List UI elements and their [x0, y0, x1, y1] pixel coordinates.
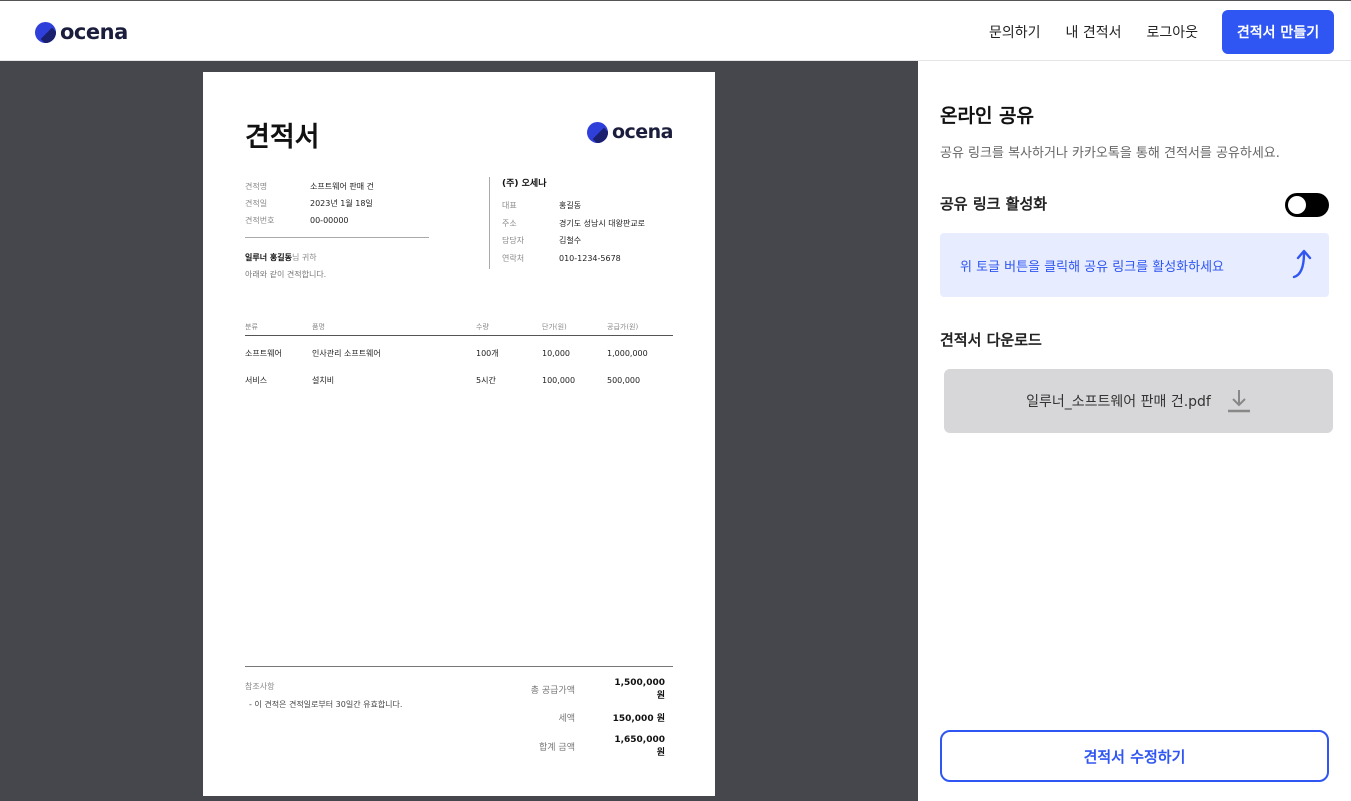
- item-name: 인사관리 소프트웨어: [312, 349, 381, 358]
- nav-logout[interactable]: 로그아웃: [1146, 22, 1198, 42]
- column-header: 수량: [476, 323, 489, 331]
- download-file-name: 일루너_소프트웨어 판매 건.pdf: [1026, 394, 1211, 410]
- info-value: 2023년 1월 18일: [310, 199, 373, 208]
- total-label: 합계 금액: [539, 742, 575, 753]
- info-label: 견적번호: [245, 216, 275, 225]
- total-value: 150,000 원: [612, 714, 665, 725]
- share-panel: 온라인 공유 공유 링크를 복사하거나 카카오톡을 통해 견적서를 공유하세요.…: [918, 61, 1351, 801]
- recipient-suffix: 님 귀하: [291, 253, 317, 262]
- total-label: 총 공급가액: [530, 685, 575, 696]
- top-header: ocena 문의하기 내 견적서 로그아웃 견적서 만들기: [0, 0, 1351, 61]
- quote-info: 견적명 소프트웨어 판매 건 견적일 2023년 1월 18일 견적번호 00-…: [245, 178, 374, 229]
- info-row: 견적일 2023년 1월 18일: [245, 195, 374, 212]
- info-row: 견적번호 00-00000: [245, 212, 374, 229]
- item-unit-price: 100,000: [542, 376, 576, 385]
- document-brand-name: ocena: [611, 121, 674, 143]
- supplier-value: 010-1234-5678: [559, 253, 621, 263]
- column-header: 품명: [312, 323, 325, 331]
- share-toggle-label: 공유 링크 활성화: [940, 195, 1048, 213]
- create-quote-button[interactable]: 견적서 만들기: [1222, 9, 1334, 54]
- notes-body: - 이 견적은 견적일로부터 30일간 유효합니다.: [249, 700, 403, 709]
- column-header: 분류: [245, 323, 258, 331]
- supplier-label: 대표: [502, 201, 517, 211]
- items-body: 소프트웨어 인사관리 소프트웨어 100개 10,000 1,000,000 서…: [245, 336, 673, 394]
- item-supply-price: 1,000,000: [607, 349, 648, 358]
- supplier-value: 홍길동: [559, 201, 582, 211]
- document-logo: ocena: [586, 121, 674, 143]
- info-value: 소프트웨어 판매 건: [310, 182, 374, 191]
- supplier-info: (주) 오세나 대표 홍길동 주소 경기도 성남시 대왕판교로 담당자 김철수 …: [489, 177, 673, 269]
- column-header: 단가(원): [542, 323, 567, 331]
- quote-title: 견적서: [245, 122, 320, 153]
- brand-logo[interactable]: ocena: [35, 20, 128, 44]
- info-row: 견적명 소프트웨어 판매 건: [245, 178, 374, 195]
- supplier-label: 연락처: [502, 253, 525, 263]
- total-row: 총 공급가액 1,500,000 원: [495, 675, 665, 704]
- table-row: 소프트웨어 인사관리 소프트웨어 100개 10,000 1,000,000: [245, 340, 673, 367]
- item-unit-price: 10,000: [542, 349, 570, 358]
- supplier-row: 연락처 010-1234-5678: [502, 250, 673, 268]
- toggle-knob: [1288, 196, 1306, 214]
- download-pdf-button[interactable]: 일루너_소프트웨어 판매 건.pdf: [944, 369, 1333, 433]
- total-row: 세액 150,000 원: [495, 704, 665, 733]
- supplier-label: 담당자: [502, 236, 525, 246]
- nav-contact[interactable]: 문의하기: [989, 22, 1041, 42]
- share-hint: 위 토글 버튼을 클릭해 공유 링크를 활성화하세요: [940, 233, 1329, 297]
- supplier-label: 주소: [502, 218, 517, 228]
- recipient-note: 아래와 같이 견적합니다.: [245, 270, 327, 279]
- supplier-value: 경기도 성남시 대왕판교로: [559, 218, 646, 228]
- column-header: 공급가(원): [607, 323, 639, 331]
- notes-title: 참조사항: [245, 682, 275, 691]
- table-row: 서비스 설치비 5시간 100,000 500,000: [245, 367, 673, 394]
- download-label: 견적서 다운로드: [940, 331, 1042, 349]
- divider: [245, 237, 429, 238]
- edit-quote-button[interactable]: 견적서 수정하기: [940, 730, 1329, 782]
- logo-mark-icon: [35, 21, 56, 43]
- item-qty: 5시간: [476, 376, 496, 385]
- total-value: 1,500,000 원: [614, 677, 665, 701]
- panel-subtitle: 공유 링크를 복사하거나 카카오톡을 통해 견적서를 공유하세요.: [940, 146, 1280, 161]
- item-category: 소프트웨어: [245, 349, 282, 358]
- info-label: 견적명: [245, 182, 268, 191]
- curved-arrow-up-icon: [1292, 249, 1312, 279]
- divider: [245, 666, 673, 667]
- panel-title: 온라인 공유: [940, 105, 1035, 127]
- hint-text: 위 토글 버튼을 클릭해 공유 링크를 활성화하세요: [960, 260, 1224, 275]
- recipient: 일루너 홍길동님 귀하: [245, 252, 317, 263]
- item-name: 설치비: [312, 376, 335, 385]
- nav-my-quotes[interactable]: 내 견적서: [1065, 22, 1121, 42]
- item-category: 서비스: [245, 376, 268, 385]
- document-preview-area[interactable]: 견적서 ocena 견적명 소프트웨어 판매 건 견적일 2023년 1월 18…: [0, 61, 918, 801]
- total-label: 세액: [558, 714, 575, 725]
- total-row: 합계 금액 1,650,000 원: [495, 732, 665, 761]
- supplier-row: 담당자 김철수: [502, 232, 673, 250]
- items-table: 분류 품명 수량 단가(원) 공급가(원) 소프트웨어 인사관리 소프트웨어 1…: [245, 322, 673, 394]
- logo-mark-icon: [586, 121, 608, 143]
- supplier-row: 주소 경기도 성남시 대왕판교로: [502, 215, 673, 233]
- supplier-row: 대표 홍길동: [502, 197, 673, 215]
- item-qty: 100개: [476, 349, 499, 358]
- info-value: 00-00000: [310, 216, 349, 225]
- items-header: 분류 품명 수량 단가(원) 공급가(원): [245, 322, 673, 336]
- share-link-toggle[interactable]: [1285, 193, 1329, 217]
- supplier-value: 김철수: [559, 236, 582, 246]
- info-label: 견적일: [245, 199, 268, 208]
- top-nav: 문의하기 내 견적서 로그아웃 견적서 만들기: [989, 1, 1351, 62]
- total-value: 1,650,000 원: [614, 734, 665, 758]
- recipient-name: 일루너 홍길동: [245, 253, 292, 262]
- download-icon: [1227, 390, 1250, 413]
- brand-name: ocena: [60, 20, 128, 44]
- quote-document: 견적서 ocena 견적명 소프트웨어 판매 건 견적일 2023년 1월 18…: [203, 72, 715, 796]
- totals: 총 공급가액 1,500,000 원 세액 150,000 원 합계 금액 1,…: [495, 675, 665, 761]
- item-supply-price: 500,000: [607, 376, 641, 385]
- supplier-name: (주) 오세나: [502, 179, 547, 189]
